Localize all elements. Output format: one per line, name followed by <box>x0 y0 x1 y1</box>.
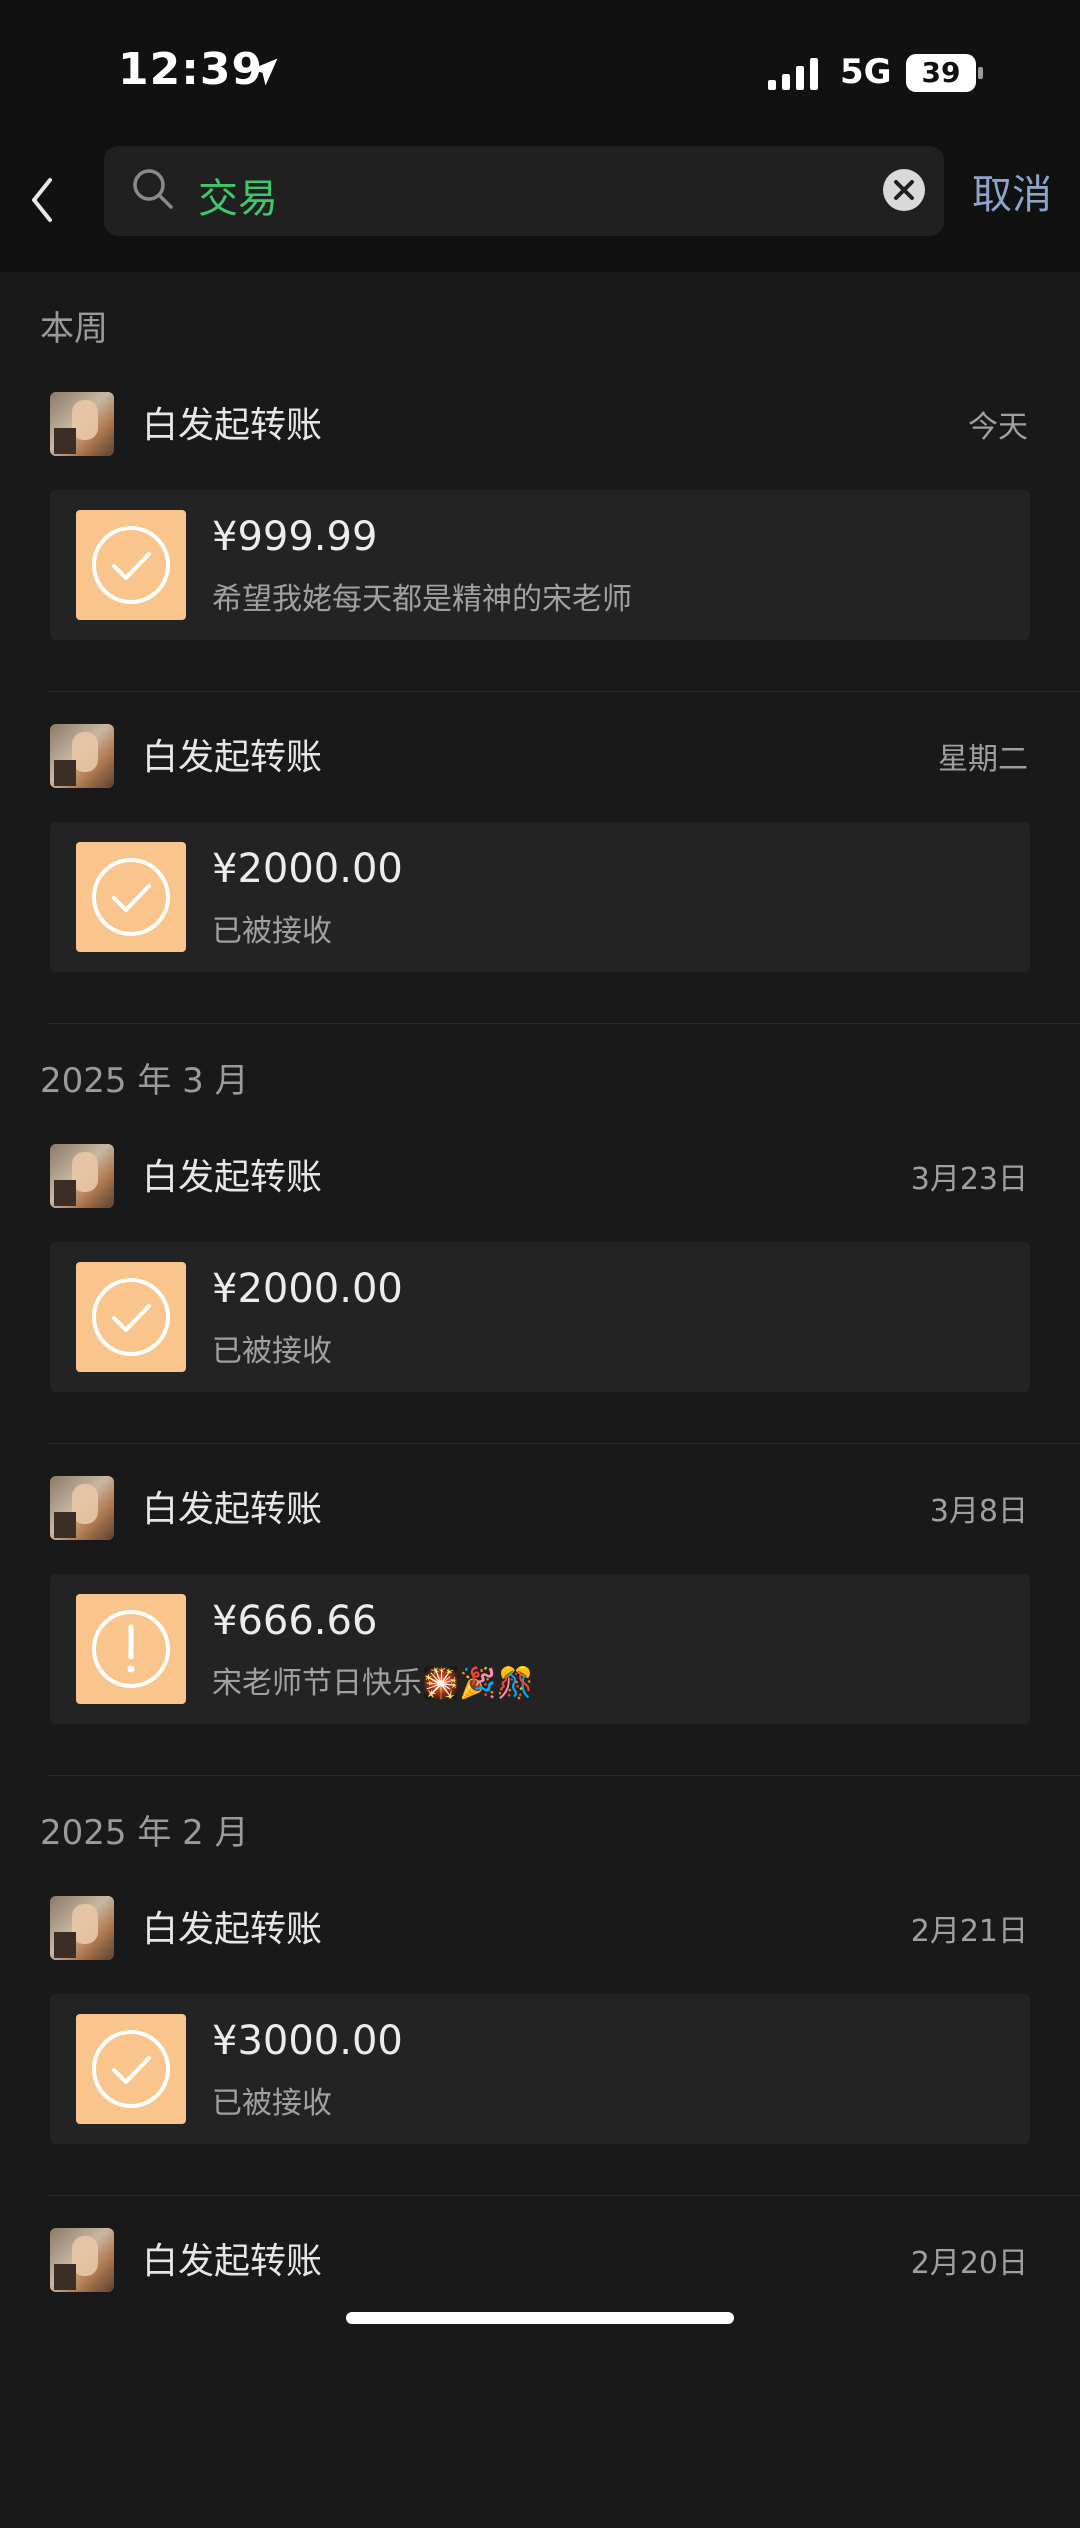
entry-date: 今天 <box>968 410 1028 445</box>
section-header: 2025 年 2 月 <box>40 1813 249 1853</box>
entry-date: 3月23日 <box>910 1162 1028 1197</box>
avatar <box>50 724 114 788</box>
search-icon <box>133 169 173 209</box>
results-list: 本周 白发起转账 今天 ¥999.99 希望我姥每天都是精神的宋老师 白发起转账… <box>0 272 1080 2528</box>
amount: ¥999.99 <box>212 514 378 560</box>
search-query: 交易 <box>198 176 278 222</box>
transfer-entry[interactable]: 白发起转账 3月23日 ¥2000.00 已被接收 <box>0 1112 1080 1444</box>
network-type: 5G <box>840 52 892 92</box>
entry-date: 2月21日 <box>910 1914 1028 1949</box>
amount: ¥666.66 <box>212 1598 378 1644</box>
check-circle-icon <box>76 842 186 952</box>
transfer-note: 希望我姥每天都是精神的宋老师 <box>212 582 632 617</box>
check-circle-icon <box>76 2014 186 2124</box>
transfer-note: 已被接收 <box>212 2086 332 2121</box>
avatar <box>50 1476 114 1540</box>
search-header: 交易 取消 <box>0 140 1080 272</box>
transfer-note: 已被接收 <box>212 1334 332 1369</box>
sender-label: 白发起转账 <box>142 1489 323 1530</box>
check-circle-icon <box>76 510 186 620</box>
entry-date: 3月8日 <box>929 1494 1028 1529</box>
status-bar: 12:39 5G 39 <box>0 0 1080 140</box>
avatar <box>50 392 114 456</box>
transfer-card[interactable]: ¥666.66 宋老师节日快乐🎇🎉🎊 <box>50 1574 1030 1724</box>
battery-level: 39 <box>921 56 961 89</box>
status-time: 12:39 <box>118 44 264 95</box>
avatar <box>50 1144 114 1208</box>
cellular-signal-icon <box>768 58 818 90</box>
amount: ¥2000.00 <box>212 1266 403 1312</box>
transfer-entry[interactable]: 白发起转账 星期二 ¥2000.00 已被接收 <box>0 692 1080 1024</box>
entry-date: 2月20日 <box>910 2246 1028 2281</box>
transfer-card[interactable]: ¥2000.00 已被接收 <box>50 1242 1030 1392</box>
sender-label: 白发起转账 <box>142 1909 323 1950</box>
transfer-card[interactable]: ¥3000.00 已被接收 <box>50 1994 1030 2144</box>
transfer-entry[interactable]: 白发起转账 2月21日 ¥3000.00 已被接收 <box>0 1864 1080 2196</box>
sender-label: 白发起转账 <box>142 2241 323 2282</box>
avatar <box>50 2228 114 2292</box>
clear-icon[interactable] <box>882 168 926 212</box>
transfer-entry[interactable]: 白发起转账 3月8日 ¥666.66 宋老师节日快乐🎇🎉🎊 <box>0 1444 1080 1776</box>
section-header: 本周 <box>40 309 108 349</box>
transfer-card[interactable]: ¥2000.00 已被接收 <box>50 822 1030 972</box>
battery-icon: 39 <box>906 54 983 92</box>
section-header: 2025 年 3 月 <box>40 1061 249 1101</box>
entry-date: 星期二 <box>938 742 1028 777</box>
transfer-entry[interactable]: 白发起转账 2月20日 <box>0 2196 1080 2528</box>
transfer-note: 宋老师节日快乐🎇🎉🎊 <box>212 1666 535 1701</box>
home-indicator[interactable] <box>346 2312 734 2324</box>
cancel-button[interactable]: 取消 <box>972 162 1052 220</box>
avatar <box>50 1896 114 1960</box>
transfer-card[interactable]: ¥999.99 希望我姥每天都是精神的宋老师 <box>50 490 1030 640</box>
sender-label: 白发起转账 <box>142 737 323 778</box>
back-chevron-icon[interactable] <box>22 170 62 230</box>
transfer-note: 已被接收 <box>212 914 332 949</box>
location-arrow-icon <box>250 58 278 86</box>
check-circle-icon <box>76 1262 186 1372</box>
transfer-entry[interactable]: 白发起转账 今天 ¥999.99 希望我姥每天都是精神的宋老师 <box>0 360 1080 692</box>
sender-label: 白发起转账 <box>142 405 323 446</box>
alert-circle-icon <box>76 1594 186 1704</box>
amount: ¥3000.00 <box>212 2018 403 2064</box>
search-input[interactable]: 交易 <box>104 146 944 236</box>
sender-label: 白发起转账 <box>142 1157 323 1198</box>
amount: ¥2000.00 <box>212 846 403 892</box>
